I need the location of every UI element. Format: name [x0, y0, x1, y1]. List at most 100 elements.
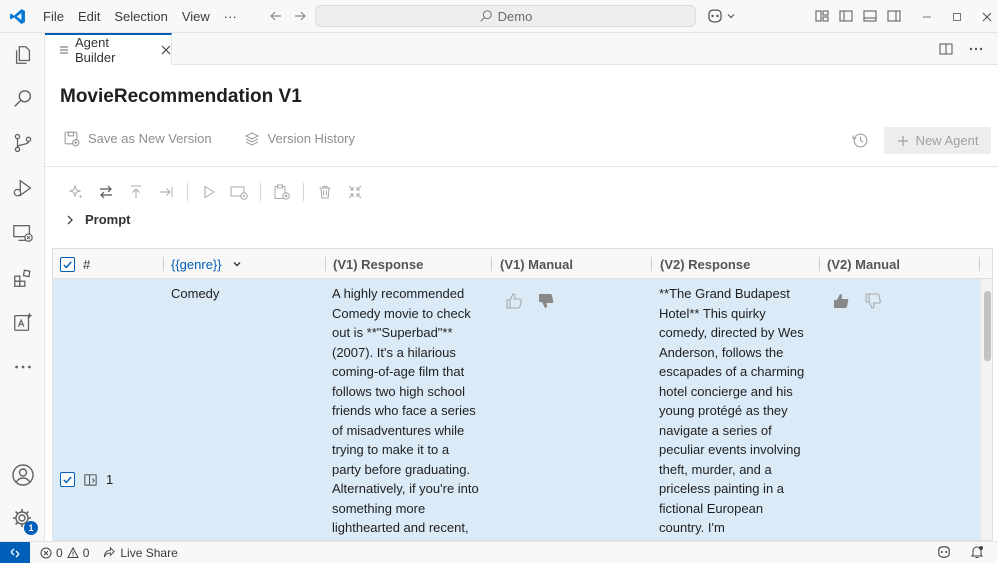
new-agent-button[interactable]: New Agent [884, 127, 991, 154]
delete-icon[interactable] [310, 182, 340, 202]
response-line: coming-of-age film that [332, 364, 465, 379]
notifications-bell-icon[interactable] [970, 545, 984, 559]
prompt-section-toggle[interactable]: Prompt [65, 212, 131, 227]
response-line: comedy, directed by Wes [659, 325, 804, 340]
collapse-icon[interactable] [340, 182, 370, 202]
copilot-status-icon[interactable] [936, 545, 952, 559]
split-editor-icon[interactable] [938, 41, 954, 57]
tab-agent-builder[interactable]: Agent Builder [45, 33, 172, 65]
run-debug-icon[interactable] [0, 168, 45, 208]
problems-indicator[interactable]: 0 0 [40, 546, 89, 560]
remote-icon [10, 548, 20, 557]
close-window-icon[interactable] [972, 12, 998, 22]
search-sidebar-icon[interactable] [0, 79, 45, 119]
ai-toolkit-icon[interactable] [0, 302, 45, 342]
copilot-menu[interactable] [706, 8, 736, 24]
checkmark-icon [63, 261, 72, 268]
customize-layout-icon[interactable] [814, 8, 830, 24]
menu-view[interactable]: View [175, 0, 217, 33]
v2-feedback [832, 292, 882, 310]
command-center-search[interactable]: Demo [315, 5, 696, 27]
menu-file[interactable]: File [36, 0, 71, 33]
header-v1-response: (V1) Response [333, 249, 423, 279]
live-share-icon [103, 546, 116, 559]
header-v1-manual: (V1) Manual [500, 249, 573, 279]
thumbs-up-icon[interactable] [832, 292, 850, 310]
layers-icon [244, 131, 260, 147]
save-icon [63, 130, 80, 147]
close-icon[interactable] [161, 45, 171, 55]
source-control-icon[interactable] [0, 123, 45, 163]
response-line: navigate a series of [659, 422, 772, 438]
response-line: Comedy movie to check [332, 305, 471, 321]
thumbs-down-icon[interactable] [864, 292, 882, 310]
extensions-icon[interactable] [0, 258, 45, 298]
chevron-down-icon[interactable] [232, 259, 242, 269]
more-views-icon[interactable] [0, 347, 45, 387]
row-index-cell: 1 [60, 472, 113, 487]
toggle-sidebar-icon[interactable] [838, 8, 854, 24]
toggle-panel-icon[interactable] [862, 8, 878, 24]
forward-arrow-icon[interactable] [292, 8, 308, 24]
remote-indicator[interactable] [0, 541, 30, 563]
lines-icon [59, 45, 69, 55]
menu-more[interactable]: ··· [217, 0, 244, 33]
warning-icon [66, 546, 79, 559]
manage-gear-icon[interactable]: 1 [0, 499, 45, 539]
agent-builder-editor: MovieRecommendation V1 Save as New Versi… [45, 65, 998, 541]
activity-bar: 1 [0, 33, 45, 541]
header-index: # [60, 249, 90, 279]
genre-cell[interactable]: Comedy [171, 284, 219, 304]
remote-explorer-icon[interactable] [0, 213, 45, 253]
scrollbar-thumb[interactable] [984, 291, 991, 361]
swap-icon[interactable] [91, 182, 121, 202]
arrow-to-right-icon[interactable] [151, 182, 181, 202]
v1-response-header-label: (V1) Response [333, 256, 424, 272]
add-clipboard-icon[interactable] [267, 182, 297, 202]
run-icon[interactable] [194, 182, 224, 202]
save-as-new-version-button[interactable]: Save as New Version [63, 130, 212, 147]
nav-arrows [268, 8, 308, 24]
column-separator [651, 257, 652, 271]
tab-label: Agent Builder [75, 35, 116, 65]
evaluation-grid: # {{genre}} (V1) Response (V1) Manual (V… [52, 248, 993, 541]
prompt-label: Prompt [85, 212, 131, 227]
more-actions-icon[interactable] [968, 41, 984, 57]
response-line: peculiar events involving [659, 442, 801, 457]
version-history-button[interactable]: Version History [244, 130, 355, 147]
column-separator [979, 257, 980, 271]
response-line: young protégé as they [659, 403, 788, 418]
response-line: of misadventures while [332, 422, 465, 438]
menu-selection[interactable]: Selection [107, 0, 174, 33]
live-share-label: Live Share [120, 545, 178, 560]
toolbar-separator [187, 183, 188, 201]
column-separator [163, 257, 164, 271]
menu-bar: File Edit Selection View ··· [36, 0, 244, 33]
maximize-icon[interactable] [942, 12, 972, 22]
toolbar-separator [260, 183, 261, 201]
select-all-checkbox[interactable] [60, 256, 75, 272]
error-count: 0 [56, 545, 63, 560]
row-checkbox[interactable] [60, 472, 75, 487]
live-share-button[interactable]: Live Share [103, 545, 178, 560]
account-icon[interactable] [0, 455, 45, 495]
minimize-icon[interactable] [912, 12, 942, 22]
thumbs-down-icon[interactable] [537, 292, 555, 310]
vertical-scrollbar[interactable] [981, 279, 992, 540]
sparkle-icon[interactable] [61, 182, 91, 202]
menu-edit[interactable]: Edit [71, 0, 107, 33]
response-line: **The Grand Budapest [659, 286, 790, 301]
search-icon [479, 9, 493, 23]
open-book-icon[interactable] [83, 472, 98, 487]
v2-manual-header-label: (V2) Manual [827, 256, 900, 272]
toggle-secondary-sidebar-icon[interactable] [886, 8, 902, 24]
explorer-icon[interactable] [0, 35, 45, 75]
arrow-to-top-icon[interactable] [121, 182, 151, 202]
back-arrow-icon[interactable] [268, 8, 284, 24]
history-icon[interactable] [852, 132, 869, 149]
table-row[interactable]: Comedy A highly recommended Comedy movie … [53, 279, 981, 540]
thumbs-up-icon[interactable] [505, 292, 523, 310]
header-genre[interactable]: {{genre}} [171, 249, 242, 279]
response-line: priceless painting in a [659, 481, 785, 496]
run-window-icon[interactable] [224, 182, 254, 202]
